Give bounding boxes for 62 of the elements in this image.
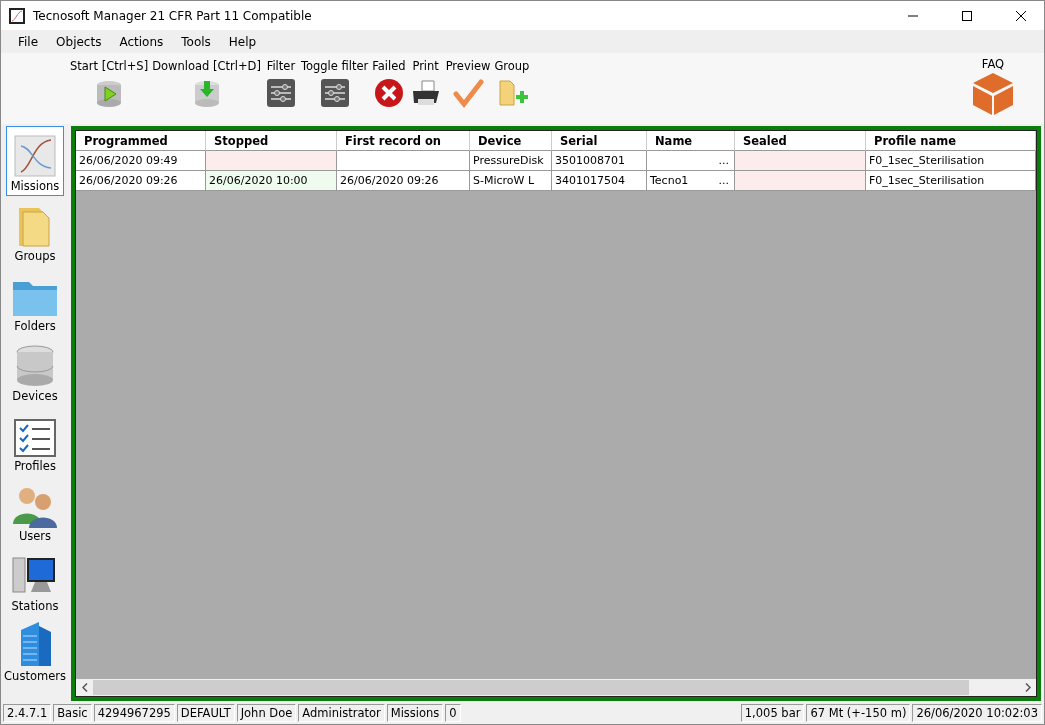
status-field: 1,005 bar [740,703,805,722]
status-field: 67 Mt (+-150 m) [806,703,911,722]
menu-item[interactable]: Tools [172,34,220,49]
close-icon [1016,10,1026,21]
status-field: 2.4.7.1 [3,703,52,722]
faq-button[interactable]: FAQ [972,53,1014,117]
cell-text: F0_1sec_Sterilisation [869,174,985,187]
cell-text: F0_1sec_Sterilisation [869,154,985,167]
cross-circle-icon [372,77,405,109]
sliders-icon [318,77,351,109]
horizontal-scrollbar[interactable] [76,679,1036,696]
toolbar-button[interactable]: Print [407,53,444,109]
sidebar-item[interactable]: Customers [6,616,64,686]
menu-item[interactable]: Help [219,34,266,49]
cell-text: 3401017504 [555,174,625,187]
cell-text: 26/06/2020 09:49 [79,154,178,167]
status-field: DEFAULT [176,703,235,722]
scrollbar-thumb[interactable] [93,680,969,695]
status-field: Basic [53,703,92,722]
checkmark-icon [452,77,484,109]
sidebar-item[interactable]: Stations [6,546,64,616]
status-field: 0 [445,703,461,722]
line-chart-icon [13,134,57,178]
checklist-icon [13,418,57,458]
cell-text: S-MicroW L [473,174,535,187]
status-field: 4294967295 [93,703,175,722]
ellipsis-button[interactable]: ... [716,174,731,187]
toolbar-button[interactable]: Toggle filter [298,53,371,109]
box-icon [972,71,1014,117]
sliders-icon [264,77,297,109]
status-field: 26/06/2020 10:02:03 [912,703,1042,722]
toolbar-button[interactable]: Filter [262,53,299,109]
menu-item[interactable]: File [9,34,48,49]
sidebar-item[interactable]: Users [6,476,64,546]
status-field: John Doe [236,703,297,722]
toolbar-button[interactable]: Failed [370,53,408,109]
maximize-icon [962,10,972,21]
ellipsis-button[interactable]: ... [716,154,731,167]
chevron-left-icon [81,682,88,692]
cell-text: 26/06/2020 09:26 [79,174,178,187]
toolbar-button[interactable]: Group [492,53,532,109]
sidebar-item[interactable]: Profiles [6,406,64,476]
cell-text: Tecno1 [650,174,689,187]
status-field: Administrator [298,703,385,722]
sidebar-item[interactable]: Missions [6,126,64,196]
app-chart-icon [9,7,25,24]
toolbar-button[interactable]: Download [Ctrl+D] [150,53,263,109]
sidebar-item[interactable]: Groups [6,196,64,266]
window-title: Tecnosoft Manager 21 CFR Part 11 Compatible [33,8,313,23]
menu-item[interactable]: Actions [110,34,173,49]
toolbar-button[interactable]: Preview [443,53,493,109]
chevron-right-icon [1024,682,1031,692]
status-field: Missions [386,703,444,722]
toolbar-button[interactable]: Start [Ctrl+S] [68,53,151,109]
cell-text: 26/06/2020 09:26 [340,174,439,187]
cell-text: PressureDisk [473,154,544,167]
sidebar-item[interactable]: Folders [6,266,64,336]
menu-item[interactable]: Objects [47,34,111,49]
database-icon [13,344,57,388]
sidebar-item[interactable]: Devices [6,336,64,406]
cell-text: 3501008701 [555,154,625,167]
cell-text: 26/06/2020 10:00 [209,174,308,187]
